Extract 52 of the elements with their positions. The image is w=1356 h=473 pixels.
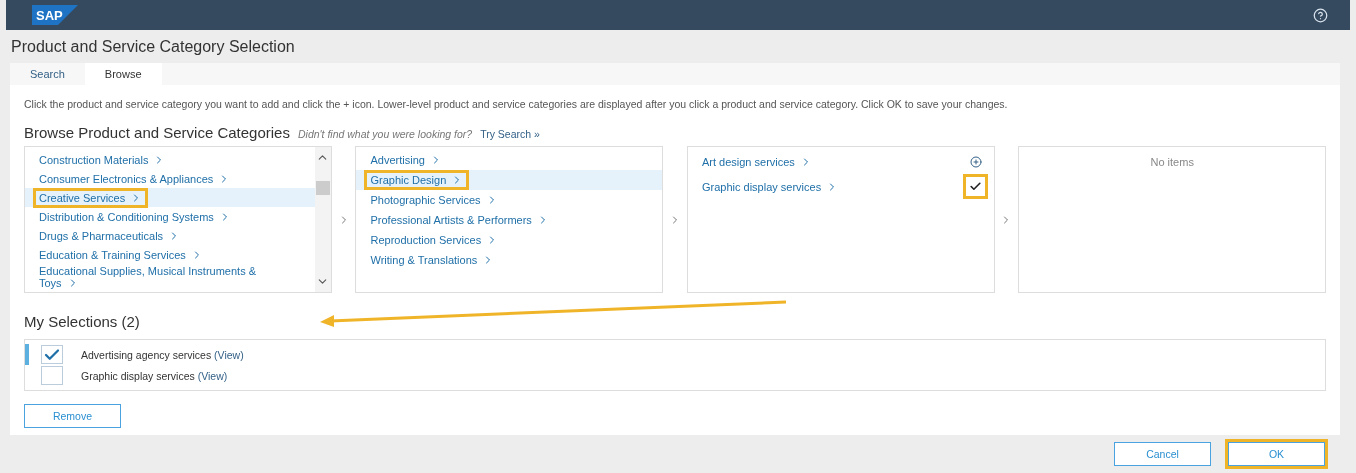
action-box[interactable] — [962, 174, 988, 199]
scroll-thumb[interactable] — [315, 180, 330, 195]
category-link[interactable]: Professional Artists & Performers — [364, 210, 555, 230]
dialog-title: Product and Service Category Selection — [10, 37, 296, 57]
view-link[interactable]: (View) — [214, 348, 244, 361]
section-heading: Browse Product and Service Categories — [24, 124, 290, 141]
selection-text: Graphic display services (View) — [81, 369, 228, 382]
category-link[interactable]: Consumer Electronics & Appliances — [33, 168, 237, 189]
list-row[interactable]: Creative Services — [25, 188, 315, 207]
selection-row[interactable]: Graphic display services (View) — [25, 365, 1325, 386]
view-link[interactable]: (View) — [197, 369, 228, 382]
list-row[interactable]: Construction Materials — [25, 150, 315, 169]
list-row[interactable]: Drugs & Pharmaceuticals — [25, 226, 315, 245]
tab[interactable]: Search — [10, 63, 85, 85]
category-link[interactable]: Construction Materials — [33, 149, 172, 170]
category-link[interactable]: Graphic Design — [364, 170, 470, 190]
list-row[interactable]: Advertising — [356, 150, 663, 170]
category-link[interactable]: Graphic display services — [695, 176, 845, 197]
category-link[interactable]: Reproduction Services — [364, 230, 505, 250]
scrollbar[interactable] — [314, 147, 331, 292]
selections-heading: My Selections (2) — [24, 313, 140, 330]
category-link[interactable]: Photographic Services — [364, 190, 504, 210]
list-row[interactable]: Distribution & Conditioning Systems — [25, 207, 315, 226]
category-link[interactable]: Art design services — [695, 152, 818, 172]
empty-text: No items — [1149, 156, 1195, 168]
tab[interactable]: Browse — [84, 63, 162, 85]
try-search-link[interactable]: Try Search » — [480, 128, 540, 140]
remove-button[interactable]: Remove — [24, 404, 121, 428]
list-row[interactable]: Consumer Electronics & Appliances — [25, 169, 315, 188]
help-icon[interactable] — [1313, 7, 1328, 23]
list-row[interactable]: Graphic Design — [356, 170, 663, 190]
check-icon — [968, 180, 982, 193]
category-link[interactable]: Creative Services — [33, 187, 149, 208]
hint-text: Didn't find what you were looking for? — [297, 128, 473, 140]
category-link[interactable]: Writing & Translations — [364, 250, 501, 270]
logo[interactable]: SAP — [32, 5, 78, 25]
list-row[interactable]: Professional Artists & Performers — [356, 210, 663, 230]
list-row[interactable]: Photographic Services — [356, 190, 663, 210]
category-link[interactable]: Drugs & Pharmaceuticals — [33, 225, 187, 246]
category-link[interactable]: Advertising — [364, 150, 448, 170]
category-link[interactable]: Distribution & Conditioning Systems — [33, 206, 237, 227]
add-icon[interactable] — [969, 156, 982, 168]
list-row[interactable]: Art design services — [687, 150, 994, 174]
dialog-button[interactable]: OK — [1228, 442, 1325, 466]
list-row[interactable]: Reproduction Services — [356, 230, 663, 250]
selection-text: Advertising agency services (View) — [81, 348, 244, 361]
checkbox[interactable] — [41, 366, 63, 385]
checkbox[interactable] — [41, 345, 63, 364]
instructions-text: Click the product and service category you want to add and click the + icon. Lower-level product and service categories are displayed after you click a product and service category. Click OK to save your changes. — [24, 98, 1009, 110]
list-row[interactable]: Writing & Translations — [356, 250, 663, 270]
dialog-button[interactable]: Cancel — [1114, 442, 1211, 466]
list-row[interactable]: Graphic display services — [687, 174, 994, 199]
